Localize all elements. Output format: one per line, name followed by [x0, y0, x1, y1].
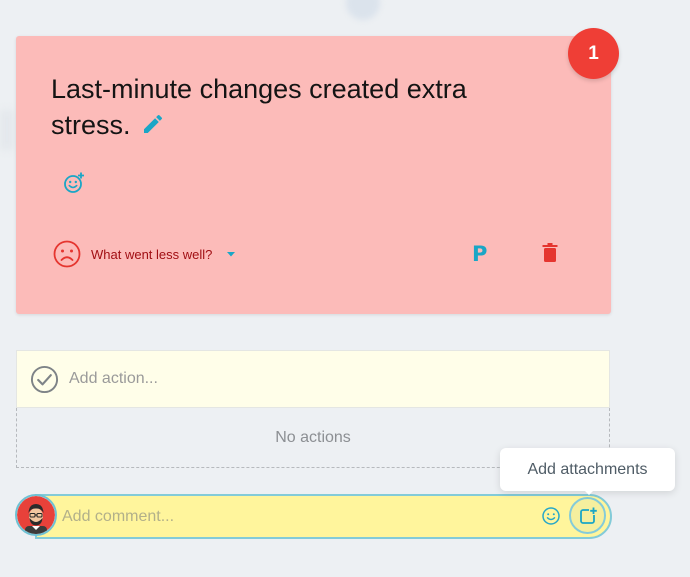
background-decoration-left	[0, 110, 14, 150]
background-decoration	[346, 0, 380, 20]
sad-face-icon	[53, 240, 81, 268]
vote-count-badge: 1	[568, 28, 619, 79]
retro-card: Last-minute changes created extra stress…	[16, 36, 611, 314]
smile-icon[interactable]	[541, 506, 561, 526]
comment-input[interactable]: Add comment...	[62, 508, 174, 526]
card-text-content: Last-minute changes created extra stress…	[51, 74, 467, 140]
add-action-row[interactable]: Add action...	[16, 350, 610, 408]
tooltip-arrow	[582, 488, 596, 495]
add-attachment-button[interactable]	[569, 497, 606, 534]
check-circle-icon[interactable]	[30, 365, 59, 394]
p-icon[interactable]: P	[472, 242, 487, 266]
category-label[interactable]: What went less well?	[91, 247, 212, 262]
add-action-input[interactable]: Add action...	[69, 370, 158, 388]
category-selector[interactable]: What went less well?	[52, 239, 238, 269]
add-attachment-icon	[579, 507, 597, 524]
user-avatar	[15, 494, 57, 536]
trash-icon[interactable]	[540, 242, 560, 264]
card-text: Last-minute changes created extra stress…	[51, 71, 521, 143]
pencil-icon[interactable]	[141, 109, 165, 133]
add-attachments-tooltip: Add attachments	[500, 448, 675, 491]
caret-down-icon[interactable]	[224, 247, 238, 261]
add-emoji-icon[interactable]	[62, 171, 86, 195]
